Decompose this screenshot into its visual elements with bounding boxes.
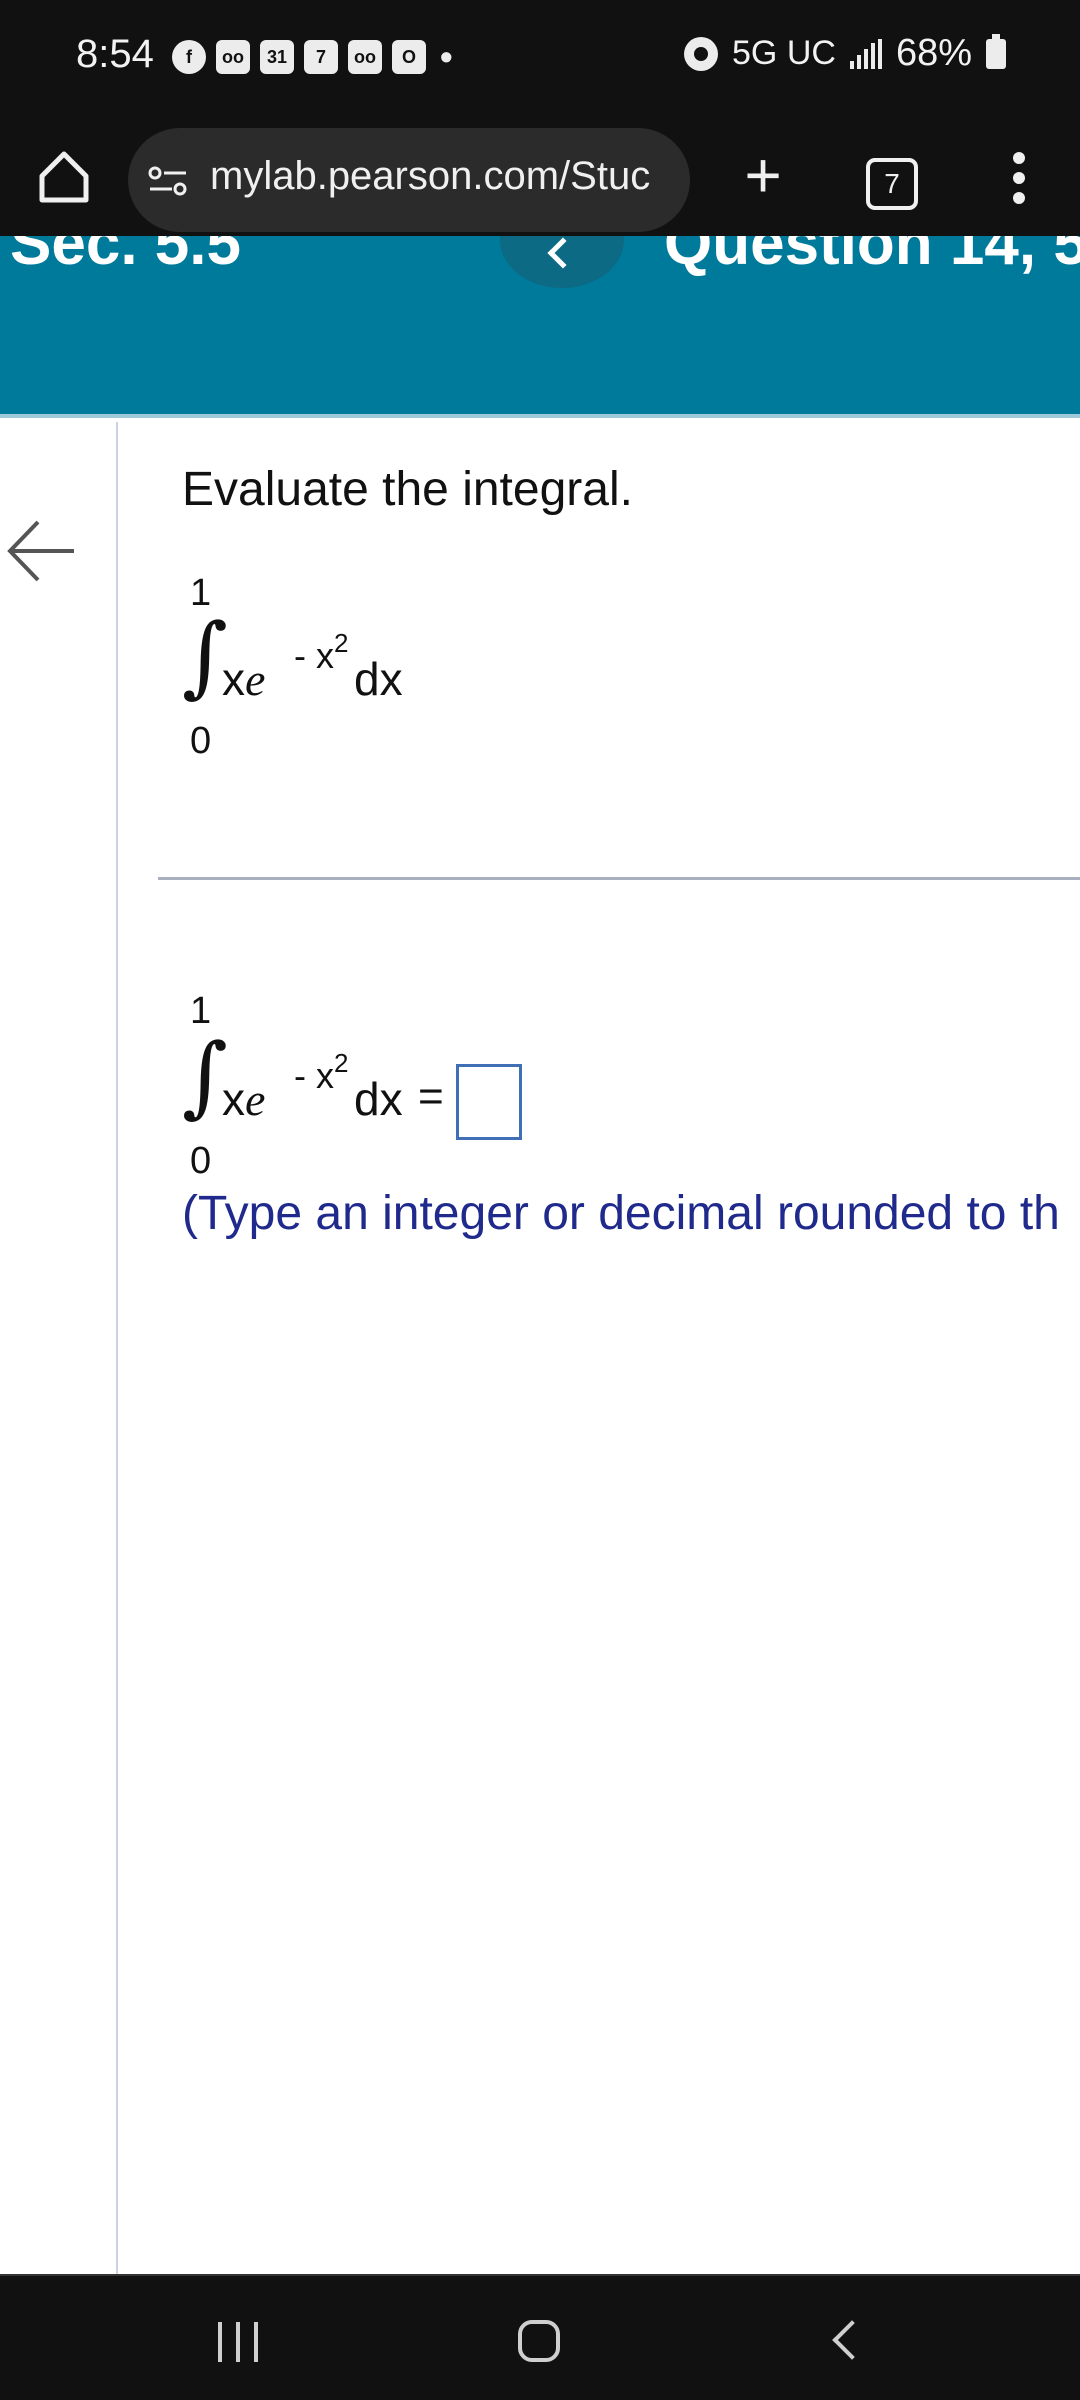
url-text[interactable]: mylab.pearson.com/Stuc	[210, 154, 680, 199]
tab-switcher-button[interactable]: 7	[866, 158, 918, 210]
differential: dx	[354, 653, 403, 705]
facebook-icon: f	[172, 40, 206, 74]
divider	[158, 877, 1080, 880]
question-label: Question 14, 5.	[664, 236, 1080, 278]
browser-toolbar: mylab.pearson.com/Stuc + 7	[0, 118, 1080, 236]
voicemail-icon: oo	[216, 40, 250, 74]
more-menu-icon[interactable]	[994, 144, 1044, 214]
home-icon[interactable]	[34, 142, 94, 212]
calendar-icon: 31	[260, 40, 294, 74]
differential: dx	[354, 1073, 403, 1125]
system-nav-bar	[0, 2274, 1080, 2400]
network-label: 5G UC	[732, 34, 836, 72]
integral-sign-icon: ∫	[182, 1024, 228, 1127]
exponent: - x2	[294, 1048, 349, 1096]
notification-icons: f oo 31 7 oo O •	[172, 36, 457, 77]
more-notifications-dot: •	[440, 36, 453, 77]
integral-expression: 1 ∫ xe - x2 dx 0	[182, 572, 482, 762]
home-button-icon[interactable]	[518, 2320, 560, 2362]
system-status: 5G UC 68%	[684, 32, 1006, 75]
alarm-icon	[684, 36, 719, 71]
previous-question-button[interactable]	[500, 236, 624, 288]
outlook-icon: O	[392, 40, 426, 74]
integrand: xe	[222, 1073, 266, 1125]
battery-icon	[986, 33, 1006, 69]
equals-sign: =	[418, 1072, 444, 1121]
battery-level: 68%	[895, 32, 972, 74]
back-icon[interactable]	[832, 2320, 872, 2360]
section-label: Sec. 5.5	[10, 236, 241, 278]
status-bar: 8:54 f oo 31 7 oo O • 5G UC 68%	[0, 0, 1080, 118]
chevron-left-icon	[547, 237, 579, 269]
address-bar[interactable]: mylab.pearson.com/Stuc	[128, 128, 690, 232]
signal-icon	[849, 38, 882, 69]
site-settings-icon[interactable]	[148, 166, 188, 196]
integral-sign-icon: ∫	[182, 604, 228, 707]
new-tab-button[interactable]: +	[728, 140, 798, 210]
exponent: - x2	[294, 628, 349, 676]
answer-hint: (Type an integer or decimal rounded to t…	[182, 1187, 1060, 1240]
left-panel	[0, 422, 118, 2274]
recent-apps-icon[interactable]	[218, 2322, 258, 2362]
calendar-icon: 7	[304, 40, 338, 74]
lower-limit: 0	[190, 1140, 212, 1182]
clock: 8:54	[76, 32, 154, 76]
answer-input[interactable]	[456, 1064, 522, 1140]
voicemail-icon: oo	[348, 40, 382, 74]
lower-limit: 0	[190, 720, 212, 762]
question-prompt: Evaluate the integral.	[182, 463, 633, 516]
arrow-left-icon[interactable]	[4, 514, 78, 588]
page-header: Sec. 5.5 Question 14, 5.	[0, 236, 1080, 418]
integrand: xe	[222, 653, 266, 705]
